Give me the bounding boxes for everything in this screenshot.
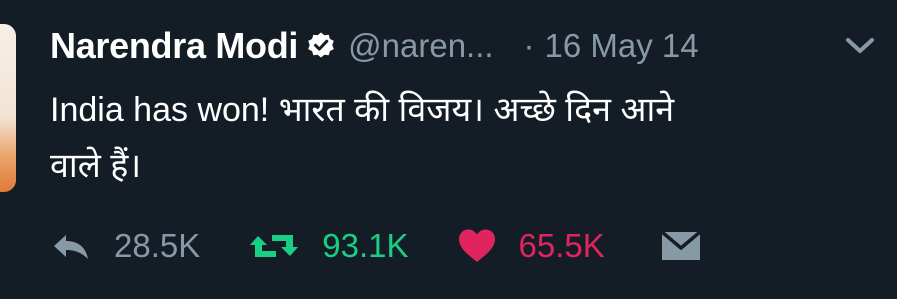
retweet-icon (248, 230, 300, 262)
header-separator: · (523, 27, 535, 64)
reply-count: 28.5K (114, 227, 201, 264)
chevron-down-icon[interactable] (843, 34, 877, 58)
tweet-text: India has won! भारत की विजय। अच्छे दिन आ… (50, 82, 890, 194)
retweet-button[interactable]: 93.1K (248, 227, 409, 265)
verified-badge-icon (306, 31, 336, 61)
tweet-text-line-2: वाले हैं। (50, 147, 142, 185)
like-count: 65.5K (518, 227, 605, 264)
tweet-text-line-1: India has won! भारत की विजय। अच्छे दिन आ… (50, 91, 675, 129)
reply-icon (50, 231, 92, 261)
author-name[interactable]: Narendra Modi (50, 25, 298, 67)
heart-icon (457, 228, 497, 264)
tweet-date[interactable]: 16 May 14 (545, 27, 699, 65)
retweet-count: 93.1K (322, 227, 409, 264)
reply-button[interactable]: 28.5K (50, 227, 200, 265)
tweet-actions: 28.5K 93.1K 65.5K (50, 222, 703, 270)
author-avatar[interactable] (0, 24, 16, 192)
direct-message-icon (659, 229, 703, 263)
direct-message-button[interactable] (659, 229, 703, 263)
like-button[interactable]: 65.5K (457, 227, 605, 265)
tweet-header: Narendra Modi @naren... · 16 May 14 (50, 22, 699, 70)
author-handle[interactable]: @naren... (348, 27, 493, 65)
